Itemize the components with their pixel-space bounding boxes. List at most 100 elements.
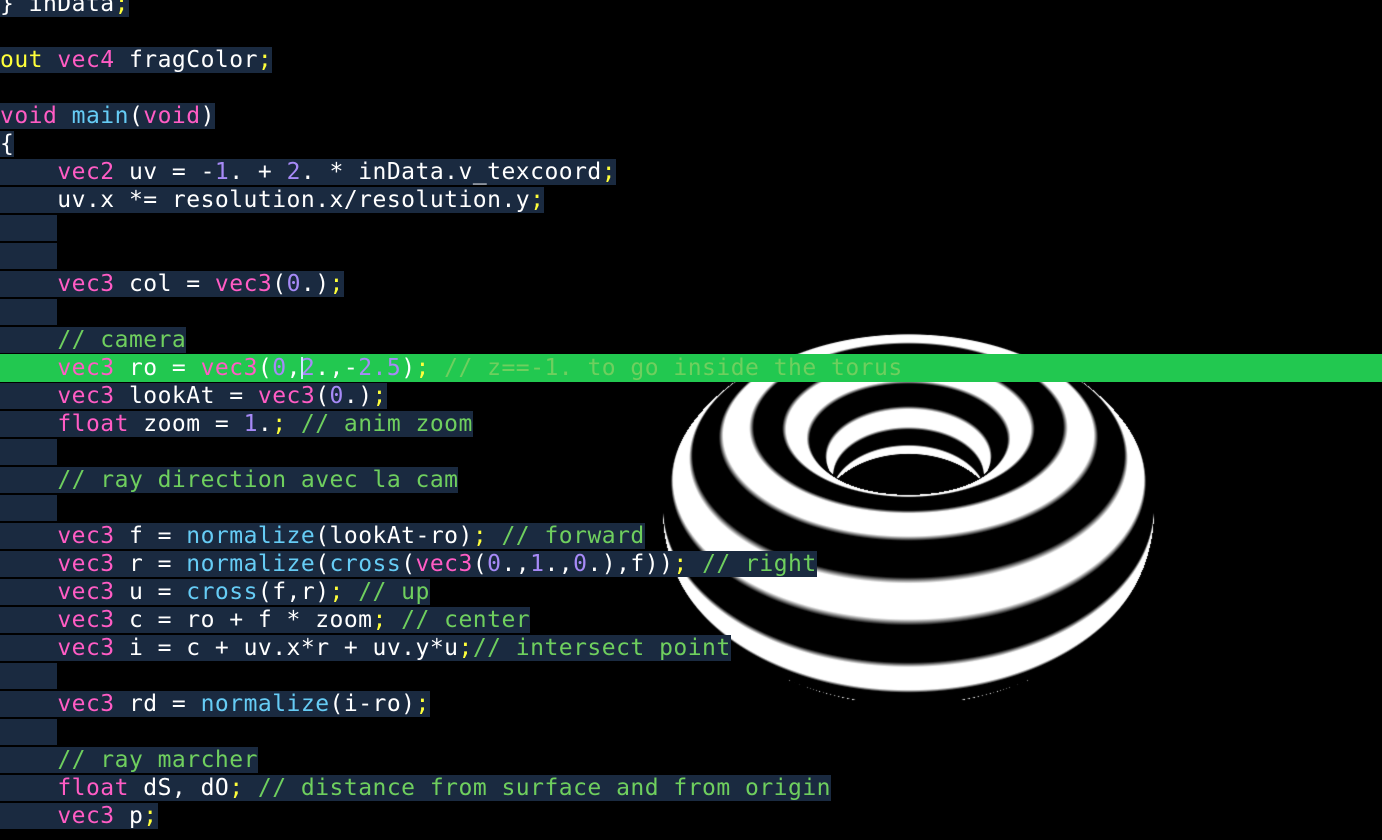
code-token: // ray direction avec la cam (57, 467, 459, 493)
code-token: ) (200, 103, 215, 129)
code-line[interactable]: vec3 rd = normalize(i-ro); (0, 690, 1382, 718)
code-token: f = (114, 523, 187, 549)
code-line[interactable]: { (0, 130, 1382, 158)
code-line[interactable] (0, 662, 1382, 690)
code-line-text (0, 243, 58, 269)
code-token: ; (530, 187, 545, 213)
code-token: ., (544, 551, 574, 577)
code-line[interactable]: // ray direction avec la cam (0, 466, 1382, 494)
code-line-text: void main(void) (0, 103, 215, 129)
code-line[interactable]: out vec4 fragColor; (0, 46, 1382, 74)
code-line[interactable]: float zoom = 1.; // anim zoom (0, 410, 1382, 438)
code-token: col = (114, 271, 215, 297)
code-token: . (257, 411, 273, 437)
code-line-text: // ray direction avec la cam (0, 467, 459, 493)
code-token: (i-ro) (329, 691, 416, 717)
code-line-text: // ray marcher (0, 747, 258, 773)
code-line[interactable]: vec3 f = normalize(lookAt-ro); // forwar… (0, 522, 1382, 550)
code-token: .),f)) (587, 551, 674, 577)
code-token: ; (472, 523, 488, 549)
code-token: ; (229, 775, 244, 801)
code-token: // anim zoom (300, 411, 473, 437)
code-token: float (57, 411, 129, 437)
code-token: 2 (300, 355, 316, 381)
code-line-text: out vec4 fragColor; (0, 47, 273, 73)
code-line[interactable] (0, 494, 1382, 522)
code-line-text: vec3 lookAt = vec3(0.); (0, 383, 387, 409)
code-token: out (0, 47, 43, 73)
code-line-text (0, 439, 58, 465)
code-line[interactable] (0, 718, 1382, 746)
code-token: ; (272, 411, 287, 437)
code-line-text: vec3 c = ro + f * zoom; // center (0, 607, 531, 633)
code-token: . * inData.v_texcoord (300, 159, 602, 185)
code-line[interactable]: vec2 uv = -1. + 2. * inData.v_texcoord; (0, 158, 1382, 186)
code-line[interactable]: vec3 col = vec3(0.); (0, 270, 1382, 298)
code-token: 1 (214, 159, 230, 185)
code-line[interactable]: // ray marcher (0, 746, 1382, 774)
code-token: vec3 (57, 271, 115, 297)
code-line[interactable]: vec3 lookAt = vec3(0.); (0, 382, 1382, 410)
code-line[interactable]: } inData; (0, 0, 1382, 18)
code-token: // ray marcher (57, 747, 258, 773)
code-line[interactable] (0, 74, 1382, 102)
code-token: ; (143, 803, 158, 829)
code-line[interactable]: vec3 c = ro + f * zoom; // center (0, 606, 1382, 634)
code-token: normalize (186, 551, 316, 577)
code-token: vec3 (57, 355, 115, 381)
code-token: uv.x *= resolution.x/resolution.y (0, 187, 531, 213)
code-line[interactable]: uv.x *= resolution.x/resolution.y; (0, 186, 1382, 214)
code-token: 1 (530, 551, 545, 577)
code-token: ( (315, 383, 330, 409)
code-line[interactable]: void main(void) (0, 102, 1382, 130)
code-line[interactable]: vec3 p; (0, 802, 1382, 830)
code-token: // intersect point (472, 635, 731, 661)
code-token: ., (501, 551, 531, 577)
code-token: 0 (272, 355, 287, 381)
shader-editor-view: } inData; out vec4 fragColor; void main(vo… (0, 0, 1382, 840)
code-line[interactable] (0, 242, 1382, 270)
code-token: r = (114, 551, 187, 577)
code-line-active[interactable]: vec3 ro = vec3(0,2.,-2.5); // z==-1. to … (0, 354, 1382, 382)
code-token: vec3 (415, 551, 473, 577)
code-editor[interactable]: } inData; out vec4 fragColor; void main(vo… (0, 0, 1382, 830)
code-line[interactable]: // camera (0, 326, 1382, 354)
code-line-text (0, 719, 58, 745)
code-token: inData (14, 0, 115, 17)
code-token: ; (415, 355, 430, 381)
code-token: ( (472, 551, 488, 577)
code-line[interactable]: vec3 r = normalize(cross(vec3(0.,1.,0.),… (0, 550, 1382, 578)
code-line[interactable]: vec3 u = cross(f,r); // up (0, 578, 1382, 606)
code-line[interactable] (0, 18, 1382, 46)
code-line-text (0, 299, 58, 325)
code-token: // right (702, 551, 817, 577)
code-line[interactable] (0, 298, 1382, 326)
code-token: ; (458, 635, 473, 661)
code-line[interactable] (0, 214, 1382, 242)
code-token: 1 (243, 411, 258, 437)
code-token: void (143, 103, 201, 129)
code-token: { (0, 131, 15, 157)
code-token: cross (329, 551, 402, 577)
code-token: // distance from surface and from origin (257, 775, 831, 801)
code-token: fragColor (114, 47, 258, 73)
code-line[interactable]: float dS, dO; // distance from surface a… (0, 774, 1382, 802)
code-line[interactable] (0, 438, 1382, 466)
code-token: .) (343, 383, 373, 409)
code-token: ( (401, 551, 416, 577)
code-line[interactable]: vec3 i = c + uv.x*r + uv.y*u;// intersec… (0, 634, 1382, 662)
code-token: 2.5 (358, 355, 402, 381)
